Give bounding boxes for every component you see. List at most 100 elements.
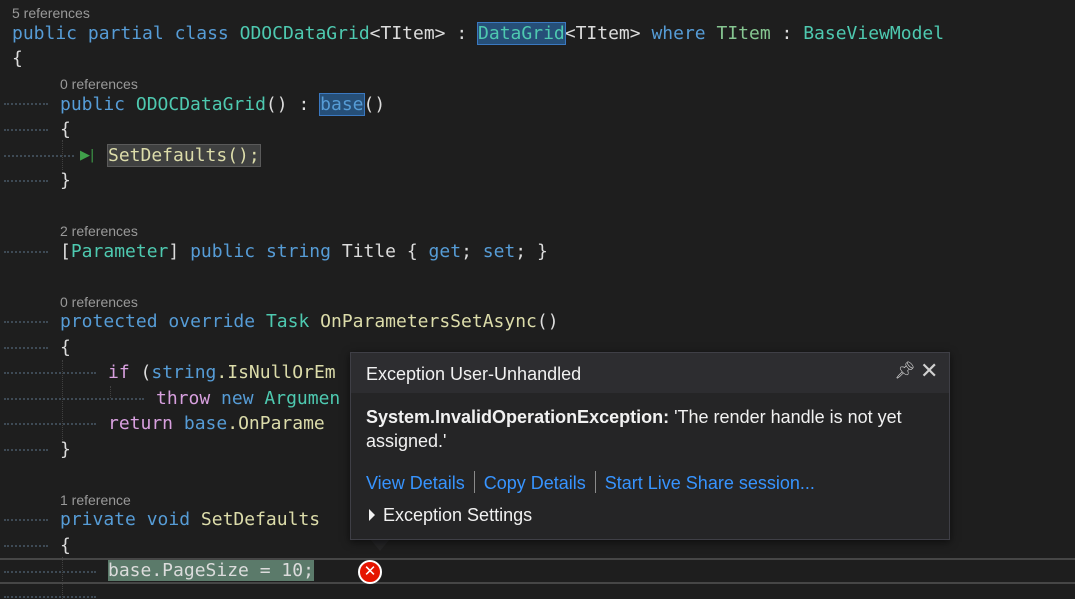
indent-guide bbox=[4, 398, 144, 400]
keyword: string bbox=[265, 241, 331, 262]
attribute-name: Parameter bbox=[70, 241, 169, 262]
indent-guide bbox=[4, 347, 48, 349]
indent-guide bbox=[4, 129, 48, 131]
keyword: public bbox=[12, 23, 78, 44]
statement-text: base.PageSize = 10; bbox=[108, 560, 314, 581]
type-name: Argumen bbox=[264, 388, 341, 409]
keyword: get bbox=[428, 241, 462, 262]
punctuation: } bbox=[536, 241, 548, 262]
indent-guide bbox=[4, 449, 48, 451]
ctor-declaration-line[interactable]: public ODOCDataGrid() : base() bbox=[60, 93, 385, 117]
exception-message: System.InvalidOperationException: 'The r… bbox=[366, 405, 926, 453]
exception-popup[interactable]: Exception User-Unhandled 📌︎ ✕ System.Inv… bbox=[350, 352, 950, 540]
type-name: Task bbox=[265, 311, 310, 332]
popup-title: Exception User-Unhandled bbox=[366, 364, 582, 384]
codelens-class-references[interactable]: 5 references bbox=[12, 5, 90, 21]
pin-icon[interactable]: 📌︎ bbox=[894, 361, 916, 381]
keyword: class bbox=[174, 23, 229, 44]
property-name: Title bbox=[341, 241, 397, 262]
keyword: public bbox=[60, 94, 126, 115]
type-param: TItem bbox=[716, 23, 771, 44]
keyword: base bbox=[183, 413, 228, 434]
base-keyword: base bbox=[319, 93, 365, 116]
base-class-reference: DataGrid bbox=[477, 22, 566, 45]
onparams-declaration-line[interactable]: protected override Task OnParametersSetA… bbox=[60, 310, 559, 334]
code-editor[interactable]: 5 references public partial class ODOCDa… bbox=[0, 0, 1075, 599]
view-details-link[interactable]: View Details bbox=[366, 473, 465, 493]
expand-triangle-icon bbox=[369, 509, 375, 521]
popup-caret bbox=[370, 539, 390, 551]
punctuation: () bbox=[265, 94, 288, 115]
close-brace-line[interactable]: } bbox=[60, 169, 71, 193]
keyword: throw bbox=[156, 388, 211, 409]
punctuation: [ bbox=[60, 241, 71, 262]
codelens-setdefaults-references[interactable]: 1 reference bbox=[60, 492, 131, 508]
method-call: .OnParame bbox=[227, 413, 325, 434]
open-brace-line[interactable]: { bbox=[60, 118, 71, 142]
setdefaults-declaration-line[interactable]: private void SetDefaults bbox=[60, 508, 320, 532]
if-line[interactable]: if (string.IsNullOrEm bbox=[108, 361, 336, 385]
keyword: protected bbox=[60, 311, 158, 332]
punctuation: : bbox=[781, 23, 793, 44]
method-call: .IsNullOrEm bbox=[216, 362, 336, 383]
keyword: private bbox=[60, 509, 136, 530]
live-share-link[interactable]: Start Live Share session... bbox=[605, 473, 815, 493]
indent-guide bbox=[4, 545, 48, 547]
keyword: where bbox=[651, 23, 706, 44]
generic-params: <TItem> bbox=[369, 23, 446, 44]
class-declaration-line[interactable]: public partial class ODOCDataGrid<TItem>… bbox=[12, 22, 944, 46]
method-name: OnParametersSetAsync bbox=[320, 311, 537, 332]
keyword: partial bbox=[87, 23, 164, 44]
vertical-guide bbox=[62, 360, 63, 440]
class-name: ODOCDataGrid bbox=[239, 23, 370, 44]
return-line[interactable]: return base.OnParame bbox=[108, 412, 325, 436]
punctuation: ( bbox=[140, 362, 152, 383]
exception-settings-expander[interactable]: Exception Settings bbox=[369, 505, 532, 526]
pagesize-line[interactable]: base.PageSize = 10; bbox=[108, 559, 314, 583]
link-separator bbox=[473, 471, 475, 493]
step-into-icon[interactable]: ▶| bbox=[80, 148, 94, 164]
brace: { bbox=[12, 48, 23, 69]
error-icon[interactable]: ✕ bbox=[358, 560, 382, 584]
generic-params: <TItem> bbox=[564, 23, 641, 44]
brace: { bbox=[60, 119, 71, 140]
punctuation: () bbox=[363, 94, 386, 115]
indent-guide bbox=[4, 180, 48, 182]
indent-guide bbox=[4, 423, 96, 425]
setdefaults-call-line[interactable]: SetDefaults(); bbox=[107, 144, 261, 168]
keyword: override bbox=[168, 311, 256, 332]
close-icon[interactable]: ✕ bbox=[920, 359, 938, 385]
brace: { bbox=[60, 535, 71, 556]
vertical-guide bbox=[62, 140, 63, 170]
punctuation: ; bbox=[515, 241, 527, 262]
indent-guide bbox=[4, 251, 48, 253]
ctor-name: ODOCDataGrid bbox=[135, 94, 266, 115]
codelens-ctor-references[interactable]: 0 references bbox=[60, 76, 138, 92]
call-statement: SetDefaults(); bbox=[107, 144, 261, 167]
keyword: new bbox=[221, 388, 254, 409]
vertical-guide bbox=[110, 386, 111, 398]
indent-guide bbox=[4, 103, 48, 105]
throw-line[interactable]: throw new Argumen bbox=[156, 387, 340, 411]
keyword: if bbox=[108, 362, 130, 383]
title-property-line[interactable]: [Parameter] public string Title { get; s… bbox=[60, 240, 548, 264]
brace: { bbox=[60, 337, 71, 358]
method-call: SetDefaults(); bbox=[108, 145, 260, 166]
indent-guide bbox=[4, 519, 48, 521]
open-brace-line[interactable]: { bbox=[60, 336, 71, 360]
constraint-type: BaseViewModel bbox=[803, 23, 945, 44]
keyword: void bbox=[146, 509, 191, 530]
codelens-onparams-references[interactable]: 0 references bbox=[60, 294, 138, 310]
punctuation: { bbox=[406, 241, 418, 262]
popup-links: View Details Copy Details Start Live Share… bbox=[366, 471, 815, 494]
close-brace-line[interactable]: } bbox=[60, 438, 71, 462]
open-brace-line[interactable]: { bbox=[60, 534, 71, 558]
exception-type: System.InvalidOperationException: bbox=[366, 407, 670, 427]
keyword: set bbox=[482, 241, 516, 262]
copy-details-link[interactable]: Copy Details bbox=[484, 473, 586, 493]
open-brace-line[interactable]: { bbox=[12, 47, 23, 71]
link-separator bbox=[594, 471, 596, 493]
codelens-title-references[interactable]: 2 references bbox=[60, 223, 138, 239]
brace: } bbox=[60, 439, 71, 460]
error-statement: base.PageSize = 10; bbox=[108, 560, 314, 581]
